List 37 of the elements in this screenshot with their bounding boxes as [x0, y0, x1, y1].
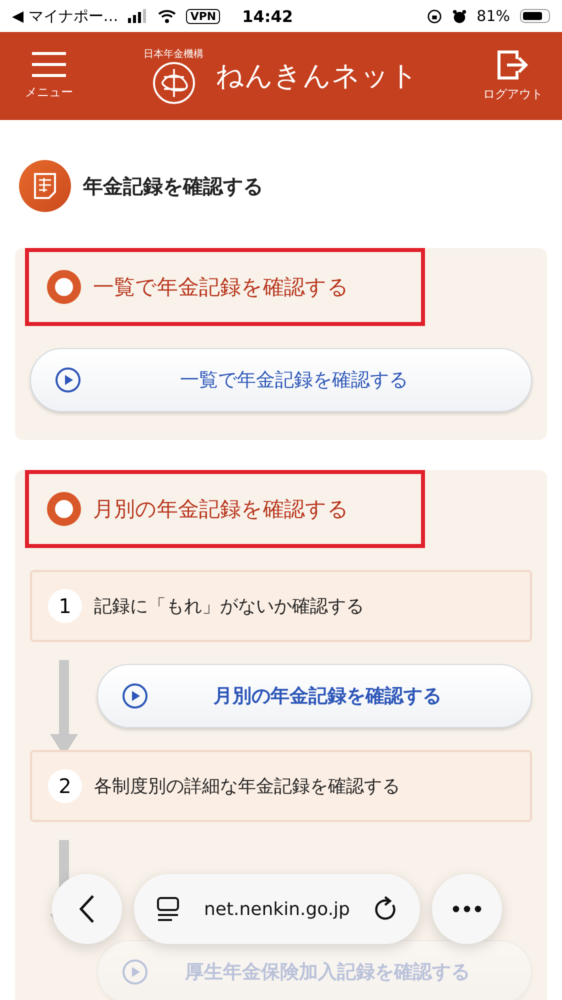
record-button[interactable]: 一覧で年金記録を確認する	[30, 348, 532, 412]
back-to-app-link[interactable]: ◀ マイナポー…	[12, 6, 118, 26]
url-text[interactable]: net.nenkin.go.jp	[204, 898, 350, 920]
menu-icon[interactable]	[32, 52, 66, 78]
battery-percent: 81%	[476, 7, 510, 25]
play-icon	[122, 683, 148, 709]
step-label: 各制度別の詳細な年金記録を確認する	[94, 775, 400, 798]
wifi-icon	[158, 9, 176, 23]
site-title: ねんきんネット	[216, 58, 418, 94]
step-number: 1	[48, 589, 82, 623]
alarm-icon	[452, 8, 467, 24]
battery-icon	[520, 9, 550, 23]
play-icon	[55, 367, 81, 393]
play-icon	[122, 959, 148, 985]
record-button[interactable]: 月別の年金記録を確認する	[97, 664, 532, 728]
page-title: 年金記録を確認する	[83, 172, 263, 200]
step-number: 2	[48, 769, 82, 803]
menu-label[interactable]: メニュー	[25, 84, 73, 100]
logo-icon	[152, 61, 196, 105]
clock-time: 14:42	[242, 6, 294, 26]
vpn-indicator: VPN	[186, 8, 220, 24]
reload-icon[interactable]	[374, 896, 398, 922]
logout-label[interactable]: ログアウト	[483, 86, 543, 102]
ring-icon	[47, 492, 81, 526]
more-icon[interactable]	[452, 905, 482, 913]
step-label: 記録に「もれ」がないか確認する	[94, 595, 364, 618]
section-heading: 月別の年金記録を確認する	[93, 496, 349, 523]
document-icon	[19, 160, 71, 212]
address-bar[interactable]: net.nenkin.go.jp	[134, 874, 420, 944]
logout-icon[interactable]	[497, 50, 529, 80]
ring-icon	[47, 270, 81, 304]
section-heading: 一覧で年金記録を確認する	[93, 274, 349, 301]
reader-icon[interactable]	[156, 896, 180, 922]
logo-caption: 日本年金機構	[144, 48, 204, 61]
back-icon[interactable]	[78, 894, 96, 924]
signal-icon	[128, 9, 148, 23]
rotation-lock-icon	[426, 8, 442, 24]
